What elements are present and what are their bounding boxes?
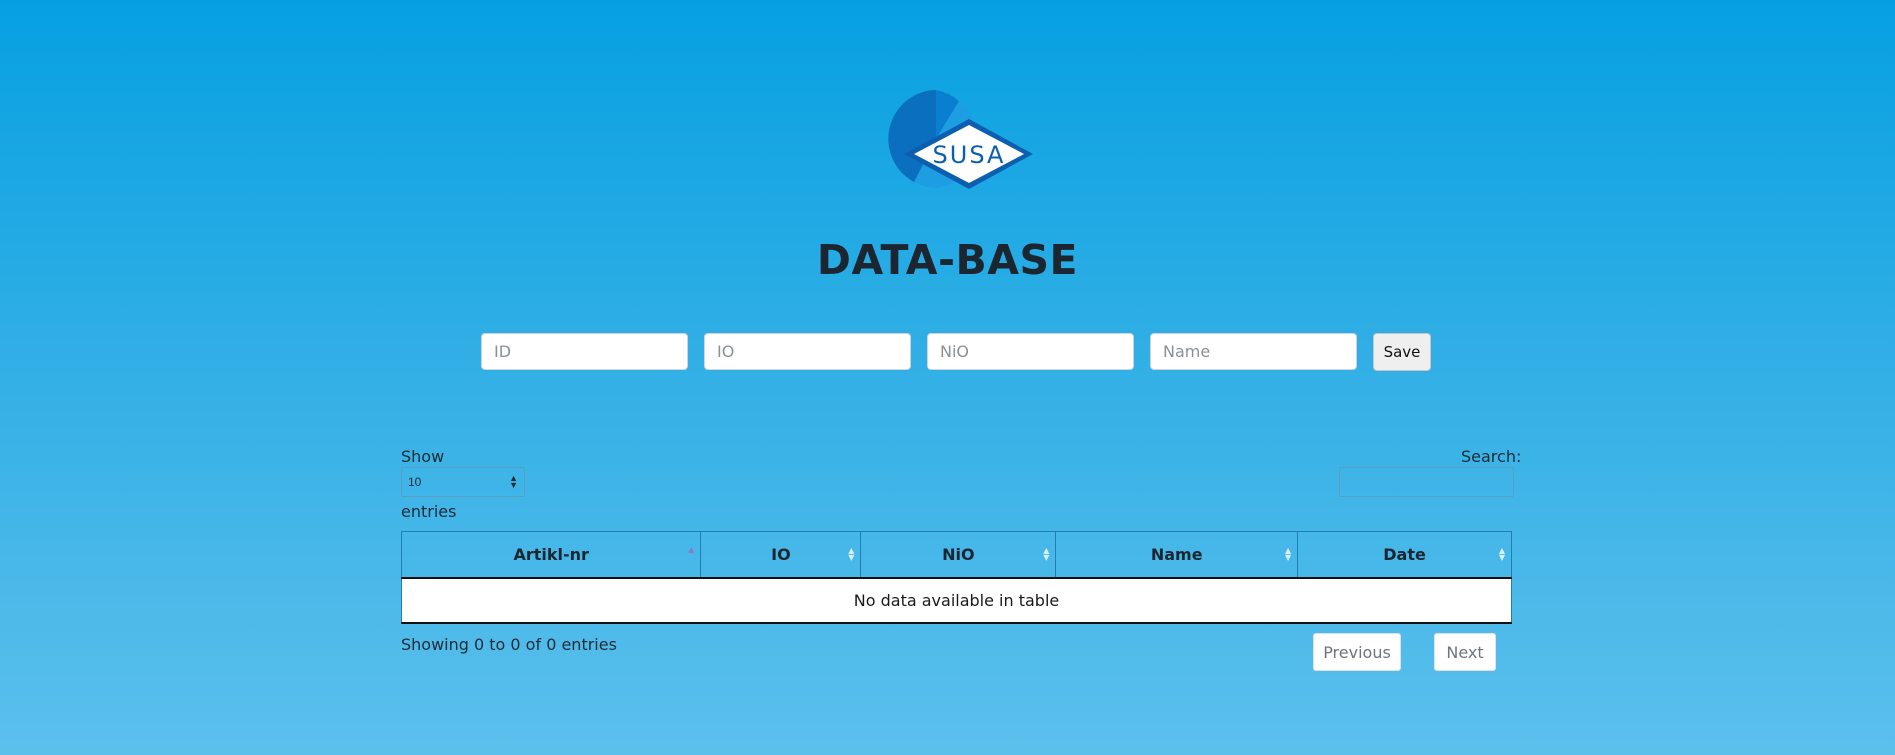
column-header-label: Artikl-nr (513, 545, 589, 564)
previous-page-button[interactable]: Previous (1313, 633, 1401, 671)
column-header-label: Name (1150, 545, 1203, 564)
table-info: Showing 0 to 0 of 0 entries (401, 635, 617, 654)
entries-select[interactable]: 10 ▲ ▼ (401, 467, 525, 497)
sort-icon: ▲ ▼ (848, 546, 855, 562)
column-header-artikl-nr[interactable]: Artikl-nr ▲ (400, 531, 702, 579)
column-header-label: Date (1383, 545, 1426, 564)
page-title: DATA-BASE (816, 236, 1079, 284)
column-header-name[interactable]: Name ▲ ▼ (1055, 531, 1299, 579)
sort-ascending-icon: ▲ (688, 545, 695, 554)
column-header-label: IO (771, 545, 791, 564)
susa-logo: SUSA (888, 90, 1033, 189)
table-row: No data available in table (401, 578, 1512, 624)
nio-input[interactable] (927, 333, 1134, 370)
search-label: Search: (1461, 447, 1522, 466)
next-page-button[interactable]: Next (1434, 633, 1496, 671)
logo-text: SUSA (933, 141, 1006, 169)
save-button[interactable]: Save (1373, 333, 1431, 371)
column-header-date[interactable]: Date ▲ ▼ (1297, 531, 1512, 579)
empty-table-message: No data available in table (401, 578, 1512, 624)
entries-select-value: 10 (408, 475, 422, 489)
sort-icon: ▲ ▼ (1498, 546, 1505, 562)
name-input[interactable] (1150, 333, 1357, 370)
data-table: Artikl-nr ▲ IO ▲ ▼ NiO ▲ ▼ Name ▲ ▼ Date ▲ ▼… (400, 531, 1512, 624)
entries-label: entries (401, 502, 457, 521)
column-header-io[interactable]: IO ▲ ▼ (700, 531, 862, 579)
io-input[interactable] (704, 333, 911, 370)
select-arrows-icon: ▲ ▼ (509, 473, 518, 490)
search-input[interactable] (1339, 467, 1514, 497)
sort-icon: ▲ ▼ (1043, 546, 1050, 562)
table-header-row: Artikl-nr ▲ IO ▲ ▼ NiO ▲ ▼ Name ▲ ▼ Date ▲ ▼ (400, 531, 1512, 579)
sort-icon: ▲ ▼ (1284, 546, 1292, 562)
column-header-label: NiO (942, 545, 975, 564)
column-header-nio[interactable]: NiO ▲ ▼ (860, 531, 1057, 579)
show-label: Show (401, 447, 445, 466)
id-input[interactable] (481, 333, 688, 370)
